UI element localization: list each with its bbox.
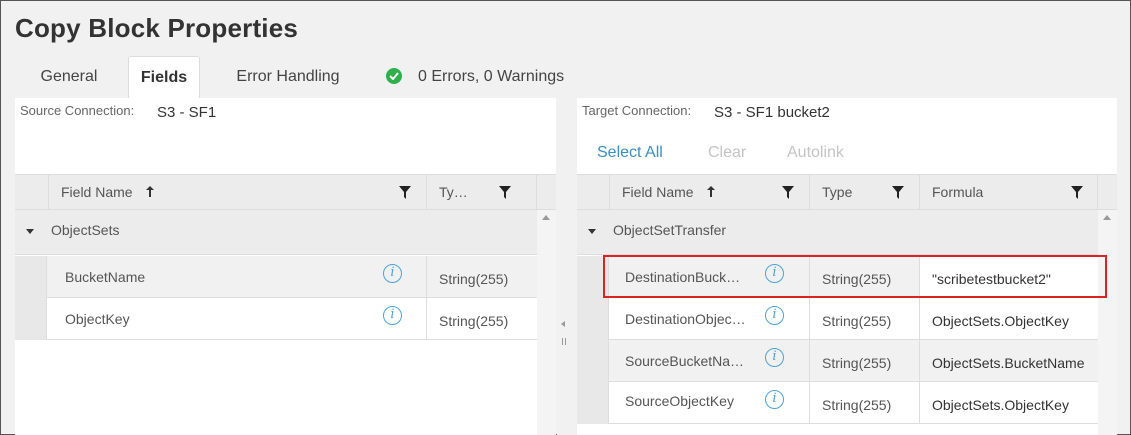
dialog-title: Copy Block Properties [15,13,299,43]
field-type: String(255) [439,271,509,287]
table-row[interactable]: ObjectKey i String(255) [15,298,537,340]
field-formula[interactable]: ObjectSets.ObjectKey [932,397,1069,413]
field-name: ObjectKey [65,311,130,327]
table-row[interactable]: DestinationObjec… i String(255) ObjectSe… [577,298,1098,340]
filter-icon[interactable] [782,186,794,199]
target-scrollbar[interactable] [1098,210,1117,435]
caret-down-icon[interactable] [26,229,34,234]
scroll-up-icon[interactable] [1103,215,1111,220]
info-icon[interactable]: i [383,264,402,283]
field-type: String(255) [822,355,892,371]
validation-status: 0 Errors, 0 Warnings [386,56,616,98]
table-row[interactable]: SourceObjectKey i String(255) ObjectSets… [577,382,1098,424]
field-name: SourceObjectKey [625,393,734,409]
filter-icon[interactable] [499,186,511,199]
field-type: String(255) [439,313,509,329]
source-scrollbar[interactable] [537,210,556,435]
filter-icon[interactable] [1071,186,1083,199]
select-all-button[interactable]: Select All [597,144,663,162]
collapse-left-icon[interactable] [561,321,565,327]
grip-icon [562,338,566,345]
field-formula[interactable]: ObjectSets.BucketName [932,355,1085,371]
source-group-row[interactable]: ObjectSets [15,210,537,255]
info-icon[interactable]: i [383,306,402,325]
source-connection-value: S3 - SF1 [157,104,217,121]
tab-error-handling[interactable]: Error Handling [218,56,358,98]
field-name: BucketName [65,269,146,285]
table-row[interactable]: SourceBucketNa… i String(255) ObjectSets… [577,340,1098,382]
source-connection-label: Source Connection: [20,103,135,118]
panel-splitter[interactable] [557,98,577,435]
clear-button[interactable]: Clear [708,144,746,162]
field-name: DestinationObjec… [625,311,746,327]
target-col-type[interactable]: Type [810,175,920,209]
tab-fields[interactable]: Fields [128,56,200,98]
info-icon[interactable]: i [765,348,784,367]
target-col-field-name[interactable]: Field Name [610,175,810,209]
source-col-type[interactable]: Ty… [427,175,537,209]
target-connection-label: Target Connection: [582,103,692,118]
target-group-row[interactable]: ObjectSetTransfer [577,210,1098,255]
selected-row-highlight [603,255,1107,298]
tab-general[interactable]: General [23,56,115,98]
filter-icon[interactable] [399,186,411,199]
sort-ascending-icon [146,186,154,197]
caret-down-icon[interactable] [588,229,596,234]
scroll-up-icon[interactable] [542,215,550,220]
status-text: 0 Errors, 0 Warnings [418,68,565,85]
target-col-formula[interactable]: Formula [920,175,1098,209]
source-grid-header: Field Name Ty… [15,174,556,210]
source-col-field-name[interactable]: Field Name [49,175,427,209]
sort-ascending-icon [707,186,715,197]
table-row[interactable]: BucketName i String(255) [15,256,537,298]
target-connection-value: S3 - SF1 bucket2 [714,104,830,121]
source-panel: Source Connection: S3 - SF1 Field Name T… [15,98,556,435]
field-name: SourceBucketNa… [625,353,745,369]
filter-icon[interactable] [892,186,904,199]
field-formula[interactable]: ObjectSets.ObjectKey [932,313,1069,329]
info-icon[interactable]: i [765,306,784,325]
field-type: String(255) [822,397,892,413]
autolink-button[interactable]: Autolink [787,144,844,162]
check-circle-icon [386,68,402,84]
field-type: String(255) [822,313,892,329]
info-icon[interactable]: i [765,390,784,409]
target-grid-header: Field Name Type Formula [577,174,1117,210]
dialog-frame: Copy Block Properties General Fields Err… [0,0,1131,435]
